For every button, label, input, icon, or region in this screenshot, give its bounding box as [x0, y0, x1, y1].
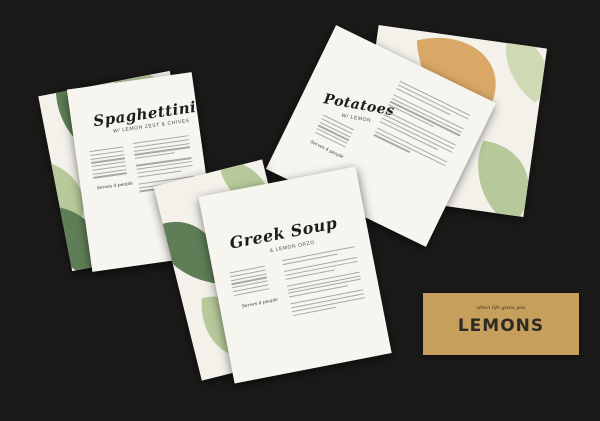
- greek-soup-steps: [281, 246, 366, 318]
- lemons-banner: when life gives you LEMONS: [423, 293, 579, 355]
- recipe-cards-photo: Spaghettini W/ LEMON ZEST & CHIVES Serve…: [0, 0, 600, 421]
- spaghettini-ingredients: [89, 146, 128, 181]
- banner-word: LEMONS: [457, 316, 545, 336]
- greek-soup-serves: Serves 4 people: [241, 297, 279, 310]
- greek-soup-ingredients: [229, 265, 270, 299]
- potatoes-steps: [372, 80, 471, 172]
- spaghettini-serves: Serves 4 people: [96, 181, 134, 192]
- banner-tagline: when life gives you: [476, 305, 526, 311]
